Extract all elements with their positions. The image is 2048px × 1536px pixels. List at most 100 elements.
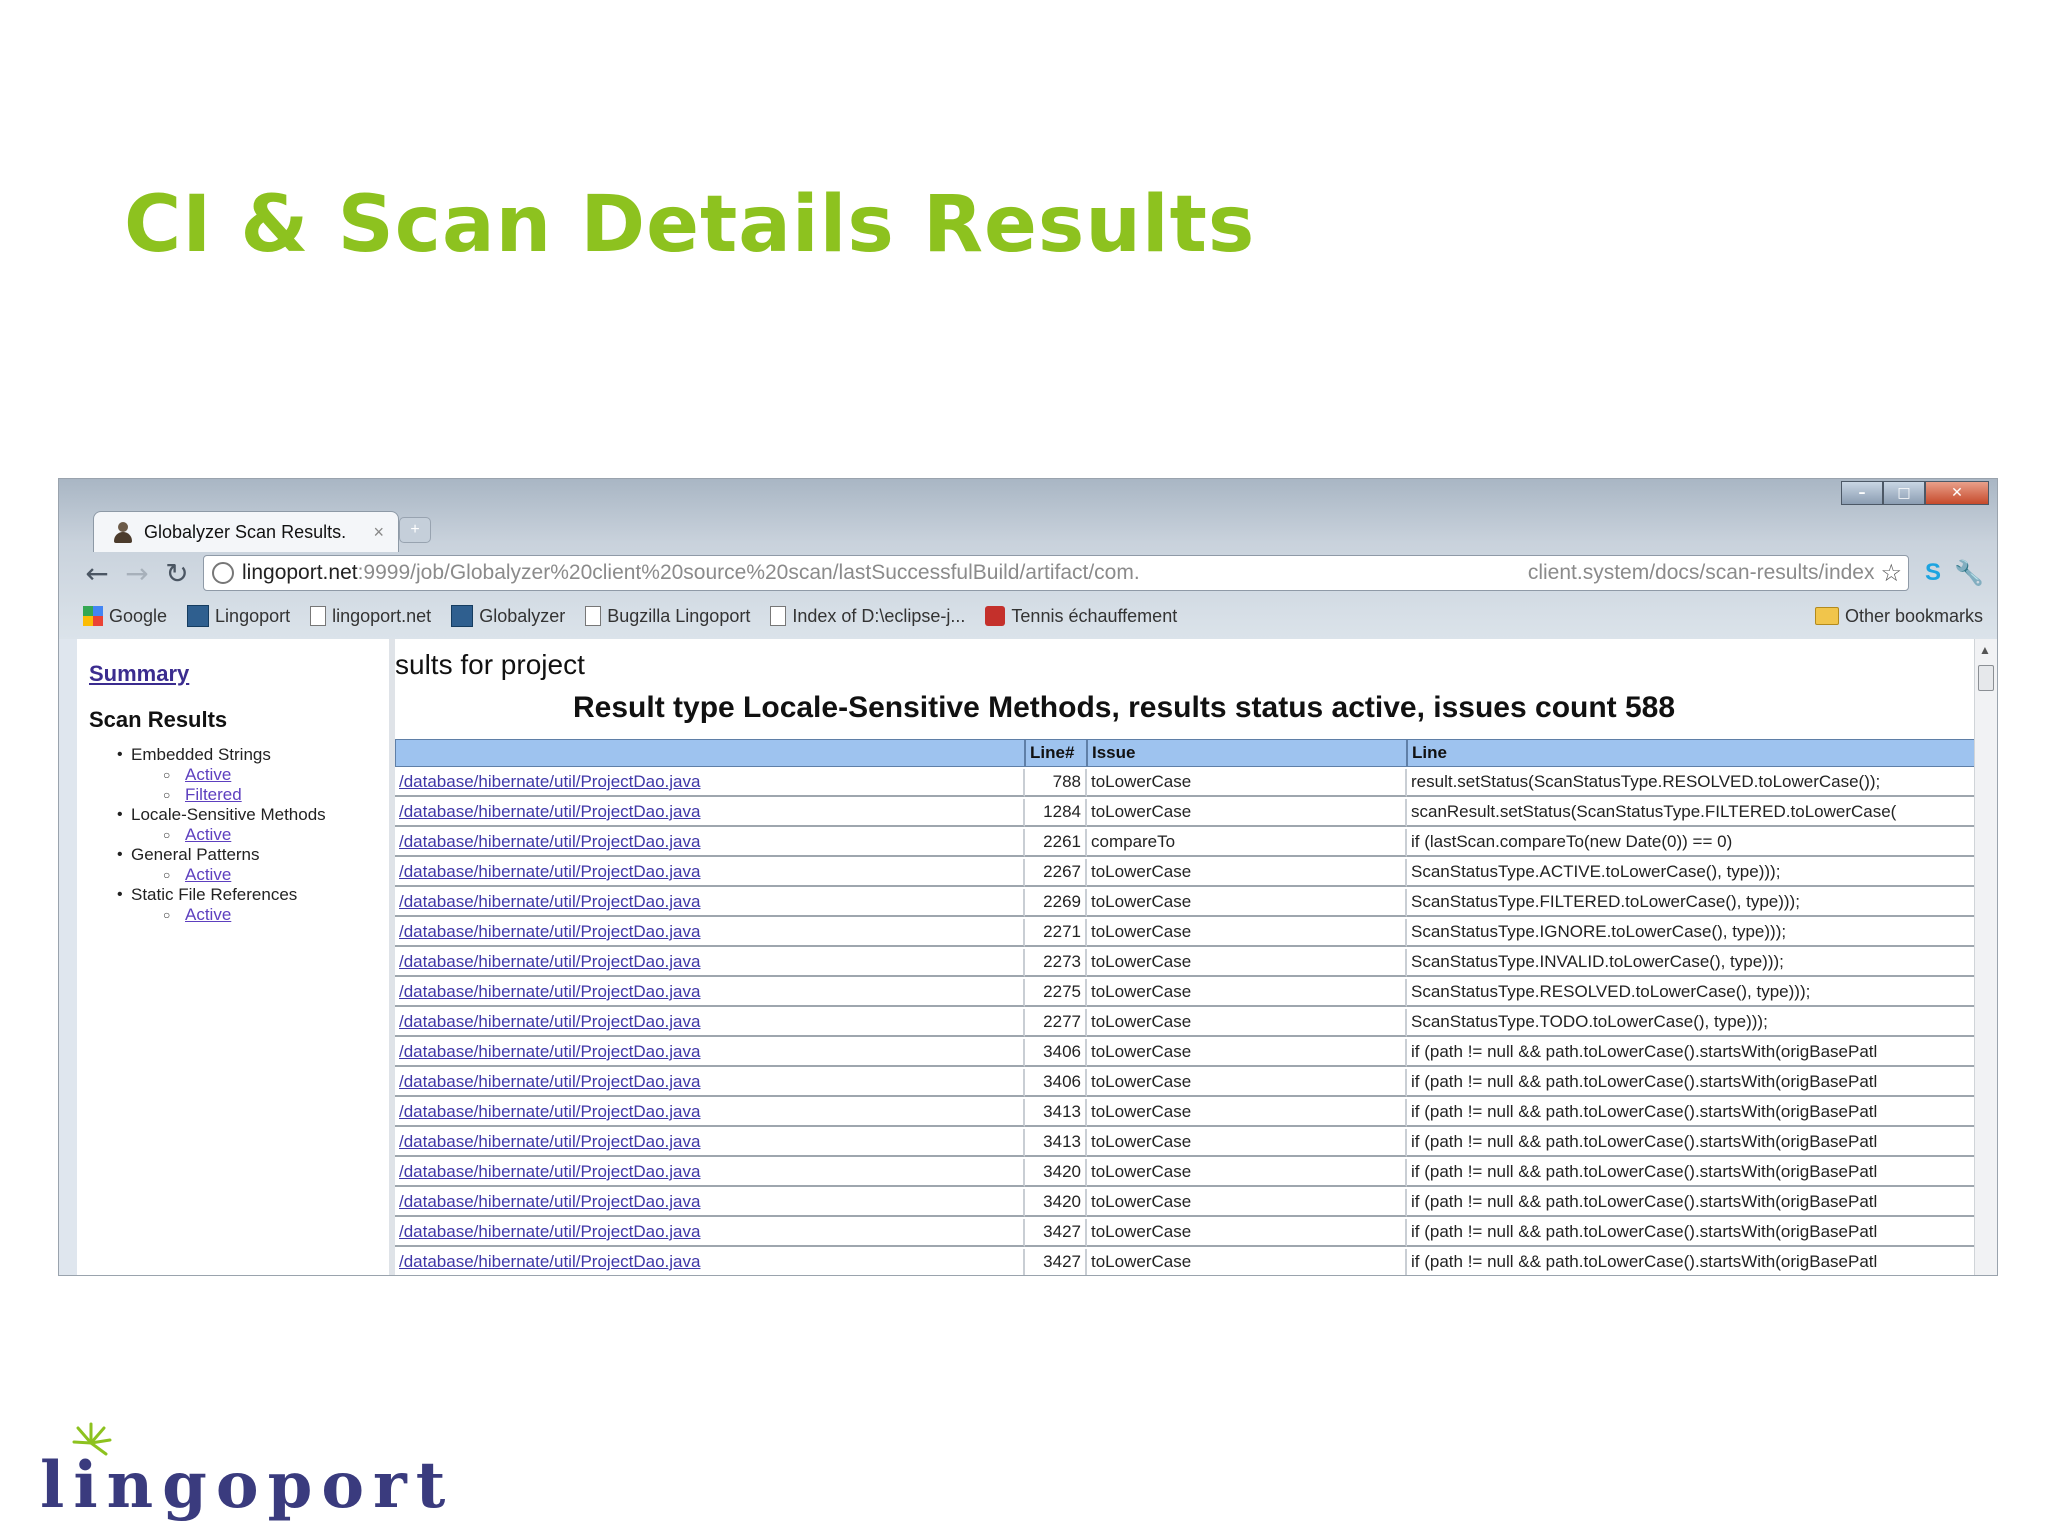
- table-row: /database/hibernate/util/ProjectDao.java…: [395, 1069, 1977, 1097]
- result-line-number: 2273: [1025, 949, 1087, 977]
- result-issue: toLowerCase: [1087, 1099, 1407, 1127]
- result-code-line: ScanStatusType.IGNORE.toLowerCase(), typ…: [1407, 919, 1977, 947]
- skype-icon[interactable]: S: [1915, 559, 1951, 587]
- result-file-link[interactable]: /database/hibernate/util/ProjectDao.java: [395, 1129, 1025, 1157]
- bookmark-bugzilla[interactable]: Bugzilla Lingoport: [585, 606, 750, 627]
- bookmark-google[interactable]: Google: [83, 606, 167, 627]
- result-file-link[interactable]: /database/hibernate/util/ProjectDao.java: [395, 1159, 1025, 1187]
- scroll-thumb[interactable]: [1978, 665, 1994, 691]
- nav-link-embedded-filtered[interactable]: Filtered: [117, 785, 377, 805]
- result-code-line: ScanStatusType.ACTIVE.toLowerCase(), typ…: [1407, 859, 1977, 887]
- bookmark-label: Bugzilla Lingoport: [607, 605, 751, 626]
- tab-close-icon[interactable]: ×: [373, 522, 384, 543]
- result-line-number: 2277: [1025, 1009, 1087, 1037]
- other-bookmarks-label: Other bookmarks: [1844, 605, 1983, 626]
- table-row: /database/hibernate/util/ProjectDao.java…: [395, 949, 1977, 977]
- bookmark-eclipse-index[interactable]: Index of D:\eclipse-j...: [770, 606, 965, 627]
- nav-category: • Static File References: [117, 885, 298, 904]
- result-issue: toLowerCase: [1087, 979, 1407, 1007]
- result-issue: toLowerCase: [1087, 949, 1407, 977]
- result-file-link[interactable]: /database/hibernate/util/ProjectDao.java: [395, 1069, 1025, 1097]
- result-file-link[interactable]: /database/hibernate/util/ProjectDao.java: [395, 769, 1025, 797]
- bookmark-lingoport-net[interactable]: lingoport.net: [310, 606, 431, 627]
- result-issue: toLowerCase: [1087, 769, 1407, 797]
- close-icon[interactable]: ✕: [1925, 481, 1989, 505]
- result-file-link[interactable]: /database/hibernate/util/ProjectDao.java: [395, 1039, 1025, 1067]
- result-code-line: ScanStatusType.TODO.toLowerCase(), type)…: [1407, 1009, 1977, 1037]
- bookmark-tennis[interactable]: Tennis échauffement: [985, 606, 1177, 627]
- table-row: /database/hibernate/util/ProjectDao.java…: [395, 1099, 1977, 1127]
- result-line-number: 788: [1025, 769, 1087, 797]
- result-file-link[interactable]: /database/hibernate/util/ProjectDao.java: [395, 799, 1025, 827]
- nav-link-static-active[interactable]: Active: [117, 905, 377, 925]
- result-file-link[interactable]: /database/hibernate/util/ProjectDao.java: [395, 1249, 1025, 1275]
- browser-chrome: – □ ✕ Globalyzer Scan Results. × + ← → ↻…: [59, 479, 1997, 639]
- browser-window: – □ ✕ Globalyzer Scan Results. × + ← → ↻…: [58, 478, 1998, 1276]
- table-row: /database/hibernate/util/ProjectDao.java…: [395, 1189, 1977, 1217]
- slide-title: CI & Scan Details Results: [124, 180, 1256, 270]
- bookmark-globalyzer[interactable]: Globalyzer: [451, 605, 565, 627]
- result-file-link[interactable]: /database/hibernate/util/ProjectDao.java: [395, 829, 1025, 857]
- result-issue: toLowerCase: [1087, 1249, 1407, 1275]
- result-line-number: 2261: [1025, 829, 1087, 857]
- window-controls: – □ ✕: [1841, 481, 1989, 505]
- result-line-number: 2269: [1025, 889, 1087, 917]
- result-code-line: ScanStatusType.RESOLVED.toLowerCase(), t…: [1407, 979, 1977, 1007]
- page-info-icon[interactable]: [212, 562, 234, 584]
- result-line-number: 3413: [1025, 1129, 1087, 1157]
- result-file-link[interactable]: /database/hibernate/util/ProjectDao.java: [395, 889, 1025, 917]
- other-bookmarks[interactable]: Other bookmarks: [1814, 605, 1983, 627]
- result-file-link[interactable]: /database/hibernate/util/ProjectDao.java: [395, 1009, 1025, 1037]
- result-file-link[interactable]: /database/hibernate/util/ProjectDao.java: [395, 1099, 1025, 1127]
- result-file-link[interactable]: /database/hibernate/util/ProjectDao.java: [395, 1189, 1025, 1217]
- wrench-icon[interactable]: 🔧: [1951, 559, 1987, 588]
- result-line-number: 3406: [1025, 1039, 1087, 1067]
- browser-tab[interactable]: Globalyzer Scan Results. ×: [93, 511, 399, 552]
- bookmark-label: Lingoport: [215, 605, 291, 626]
- results-for-heading: sults for project: [395, 649, 585, 680]
- result-code-line: if (path != null && path.toLowerCase().s…: [1407, 1219, 1977, 1247]
- table-row: /database/hibernate/util/ProjectDao.java…: [395, 1249, 1977, 1275]
- bookmark-label: Google: [109, 605, 168, 626]
- bookmark-label: Tennis échauffement: [1011, 605, 1178, 626]
- result-file-link[interactable]: /database/hibernate/util/ProjectDao.java: [395, 859, 1025, 887]
- result-line-number: 3420: [1025, 1159, 1087, 1187]
- reload-icon[interactable]: ↻: [157, 557, 197, 590]
- result-line-number: 1284: [1025, 799, 1087, 827]
- url-tail: client.system/docs/scan-results/index: [1527, 561, 1875, 584]
- nav-link-patterns-active[interactable]: Active: [117, 865, 377, 885]
- result-line-number: 3413: [1025, 1099, 1087, 1127]
- maximize-icon[interactable]: □: [1883, 481, 1925, 505]
- bookmark-lingoport[interactable]: Lingoport: [187, 605, 290, 627]
- result-line-number: 2275: [1025, 979, 1087, 1007]
- result-code-line: result.setStatus(ScanStatusType.RESOLVED…: [1407, 769, 1977, 797]
- back-icon[interactable]: ←: [77, 557, 117, 590]
- result-code-line: if (path != null && path.toLowerCase().s…: [1407, 1039, 1977, 1067]
- browser-toolbar: ← → ↻ lingoport.net :9999/job/Globalyzer…: [77, 551, 1987, 595]
- table-row: /database/hibernate/util/ProjectDao.java…: [395, 1039, 1977, 1067]
- result-line-number: 3427: [1025, 1219, 1087, 1247]
- page-icon: [585, 606, 602, 626]
- result-line-number: 3406: [1025, 1069, 1087, 1097]
- scrollbar[interactable]: ▲: [1974, 639, 1997, 1275]
- forward-icon[interactable]: →: [117, 557, 157, 590]
- result-file-link[interactable]: /database/hibernate/util/ProjectDao.java: [395, 919, 1025, 947]
- table-row: /database/hibernate/util/ProjectDao.java…: [395, 1009, 1977, 1037]
- result-file-link[interactable]: /database/hibernate/util/ProjectDao.java: [395, 949, 1025, 977]
- nav-link-locale-active[interactable]: Active: [117, 825, 377, 845]
- result-file-link[interactable]: /database/hibernate/util/ProjectDao.java: [395, 1219, 1025, 1247]
- bookmark-star-icon[interactable]: ☆: [1880, 559, 1902, 588]
- result-file-link[interactable]: /database/hibernate/util/ProjectDao.java: [395, 979, 1025, 1007]
- scroll-up-icon[interactable]: ▲: [1979, 643, 1991, 657]
- globalyzer-icon: [187, 605, 210, 627]
- result-issue: toLowerCase: [1087, 859, 1407, 887]
- table-row: /database/hibernate/util/ProjectDao.java…: [395, 889, 1977, 917]
- col-header-line: Line: [1407, 739, 1977, 767]
- bookmark-label: lingoport.net: [332, 605, 432, 626]
- new-tab-button[interactable]: +: [399, 517, 431, 543]
- address-bar[interactable]: lingoport.net :9999/job/Globalyzer%20cli…: [203, 555, 1909, 591]
- minimize-icon[interactable]: –: [1841, 481, 1883, 505]
- nav-link-embedded-active[interactable]: Active: [117, 765, 377, 785]
- google-icon: [83, 606, 103, 626]
- summary-link[interactable]: Summary: [89, 661, 189, 687]
